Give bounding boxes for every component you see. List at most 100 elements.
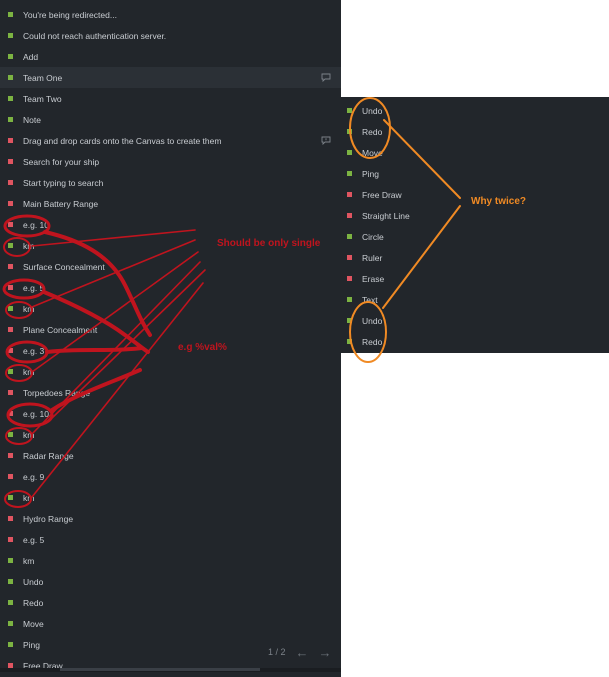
status-dot-red-icon bbox=[8, 264, 13, 269]
status-dot-green-icon bbox=[8, 600, 13, 605]
right-list-item[interactable]: Straight Line bbox=[341, 205, 609, 226]
left-item-label: Start typing to search bbox=[23, 177, 104, 188]
status-dot-red-icon bbox=[8, 159, 13, 164]
left-list-item[interactable]: Move bbox=[0, 613, 341, 634]
right-list-item[interactable]: Circle bbox=[341, 226, 609, 247]
left-list-item[interactable]: Torpedoes Range bbox=[0, 382, 341, 403]
annotation-val: e.g %val% bbox=[178, 342, 227, 353]
left-list-item[interactable]: Team Two bbox=[0, 88, 341, 109]
left-item-label: km bbox=[23, 555, 35, 566]
left-item-label: km bbox=[23, 429, 35, 440]
status-dot-green-icon bbox=[347, 108, 352, 113]
left-list-item[interactable]: Surface Concealment bbox=[0, 256, 341, 277]
right-item-label: Text bbox=[362, 294, 378, 305]
left-list-item[interactable]: e.g. 10 bbox=[0, 214, 341, 235]
left-item-label: e.g. 9 bbox=[23, 471, 45, 482]
left-list-item[interactable]: Team One bbox=[0, 67, 341, 88]
status-dot-red-icon bbox=[347, 276, 352, 281]
status-dot-green-icon bbox=[8, 495, 13, 500]
status-dot-red-icon bbox=[8, 453, 13, 458]
status-dot-red-icon bbox=[8, 327, 13, 332]
next-page-arrow-icon[interactable]: → bbox=[319, 645, 332, 660]
prev-page-arrow-icon[interactable]: ← bbox=[296, 645, 309, 660]
status-dot-green-icon bbox=[8, 96, 13, 101]
right-item-label: Move bbox=[362, 147, 383, 158]
left-list-item[interactable]: Plane Concealment bbox=[0, 319, 341, 340]
pagination: 1 / 2 ← → bbox=[258, 640, 340, 664]
status-dot-red-icon bbox=[8, 222, 13, 227]
left-item-label: Plane Concealment bbox=[23, 324, 98, 335]
right-item-label: Undo bbox=[362, 315, 383, 326]
left-item-label: Note bbox=[23, 114, 41, 125]
status-dot-green-icon bbox=[8, 12, 13, 17]
right-list-item[interactable]: Erase bbox=[341, 268, 609, 289]
left-list-item[interactable]: Start typing to search bbox=[0, 172, 341, 193]
comment-alert-icon[interactable] bbox=[321, 136, 331, 145]
left-item-label: e.g. 3 bbox=[23, 345, 45, 356]
right-item-label: Erase bbox=[362, 273, 385, 284]
left-list-item[interactable]: km bbox=[0, 424, 341, 445]
right-item-label: Straight Line bbox=[362, 210, 410, 221]
left-list-item[interactable]: km bbox=[0, 550, 341, 571]
left-list-item[interactable]: km bbox=[0, 487, 341, 508]
left-list-item[interactable]: e.g. 9 bbox=[0, 466, 341, 487]
left-list-item[interactable]: Note bbox=[0, 109, 341, 130]
left-item-label: Drag and drop cards onto the Canvas to c… bbox=[23, 135, 222, 146]
left-list-item[interactable]: Drag and drop cards onto the Canvas to c… bbox=[0, 130, 341, 151]
left-list-item[interactable]: Could not reach authentication server. bbox=[0, 25, 341, 46]
status-dot-green-icon bbox=[347, 234, 352, 239]
right-list-item[interactable]: Text bbox=[341, 289, 609, 310]
left-list-item[interactable]: Add bbox=[0, 46, 341, 67]
left-item-label: Could not reach authentication server. bbox=[23, 30, 167, 41]
left-item-label: Torpedoes Range bbox=[23, 387, 91, 398]
status-dot-green-icon bbox=[347, 129, 352, 134]
page-indicator: 1 / 2 bbox=[268, 647, 286, 657]
left-list-item[interactable]: Hydro Range bbox=[0, 508, 341, 529]
horizontal-scrollbar-thumb[interactable] bbox=[60, 668, 260, 671]
left-list-item[interactable]: Redo bbox=[0, 592, 341, 613]
right-list-item[interactable]: Ping bbox=[341, 163, 609, 184]
status-dot-green-icon bbox=[8, 33, 13, 38]
left-list-item[interactable]: Search for your ship bbox=[0, 151, 341, 172]
status-dot-red-icon bbox=[8, 537, 13, 542]
left-list-item[interactable]: km bbox=[0, 361, 341, 382]
left-list-item[interactable]: e.g. 5 bbox=[0, 277, 341, 298]
status-dot-green-icon bbox=[347, 297, 352, 302]
status-dot-green-icon bbox=[8, 432, 13, 437]
left-item-label: e.g. 5 bbox=[23, 282, 45, 293]
status-dot-red-icon bbox=[8, 201, 13, 206]
right-list-item[interactable]: Undo bbox=[341, 310, 609, 331]
status-dot-green-icon bbox=[8, 642, 13, 647]
left-item-label: You're being redirected... bbox=[23, 9, 117, 20]
status-dot-red-icon bbox=[8, 516, 13, 521]
status-dot-green-icon bbox=[8, 243, 13, 248]
annotation-should-be-single: Should be only single bbox=[217, 238, 321, 249]
left-item-label: e.g. 5 bbox=[23, 534, 45, 545]
left-item-label: Ping bbox=[23, 639, 41, 650]
right-list-item[interactable]: Redo bbox=[341, 121, 609, 142]
status-dot-red-icon bbox=[8, 285, 13, 290]
left-item-label: Move bbox=[23, 618, 44, 629]
right-list-item[interactable]: Undo bbox=[341, 100, 609, 121]
comment-icon[interactable] bbox=[321, 73, 331, 82]
left-item-label: Team Two bbox=[23, 93, 62, 104]
status-dot-green-icon bbox=[347, 171, 352, 176]
right-list-item[interactable]: Ruler bbox=[341, 247, 609, 268]
right-list-item[interactable]: Move bbox=[341, 142, 609, 163]
right-item-label: Ping bbox=[362, 168, 380, 179]
left-item-label: Radar Range bbox=[23, 450, 74, 461]
left-item-label: Search for your ship bbox=[23, 156, 100, 167]
status-dot-green-icon bbox=[8, 621, 13, 626]
left-list-item[interactable]: e.g. 3 bbox=[0, 340, 341, 361]
left-list-item[interactable]: Main Battery Range bbox=[0, 193, 341, 214]
left-list-item[interactable]: You're being redirected... bbox=[0, 4, 341, 25]
left-list-item[interactable]: km bbox=[0, 298, 341, 319]
right-item-label: Redo bbox=[362, 126, 383, 137]
left-list-item[interactable]: Radar Range bbox=[0, 445, 341, 466]
right-item-label: Circle bbox=[362, 231, 384, 242]
right-item-label: Free Draw bbox=[362, 189, 402, 200]
left-list-item[interactable]: e.g. 10 bbox=[0, 403, 341, 424]
left-list-item[interactable]: Undo bbox=[0, 571, 341, 592]
right-list-item[interactable]: Redo bbox=[341, 331, 609, 352]
left-list-item[interactable]: e.g. 5 bbox=[0, 529, 341, 550]
